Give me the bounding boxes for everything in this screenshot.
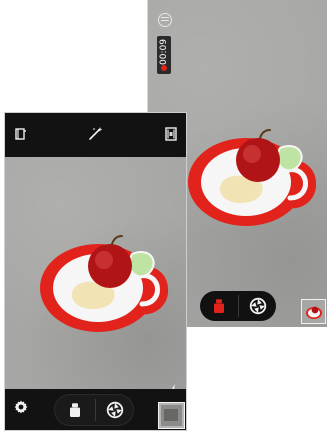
- gear-icon[interactable]: [13, 399, 29, 415]
- recording-indicator: 00:09: [157, 36, 171, 74]
- shutter-icon: [249, 297, 267, 315]
- plate-and-apple: [176, 122, 326, 242]
- shutter-button[interactable]: [96, 395, 134, 425]
- video-mode-icon: [67, 402, 83, 418]
- recording-dot-icon: [161, 65, 167, 71]
- recording-time: 00:09: [159, 39, 169, 65]
- gallery-thumbnail[interactable]: [301, 299, 326, 324]
- film-mode-icon[interactable]: [163, 126, 179, 142]
- mode-capsule: [200, 291, 276, 321]
- menu-icon[interactable]: [158, 13, 172, 27]
- camera-settings-icon[interactable]: [14, 127, 28, 141]
- magic-wand-icon[interactable]: [88, 125, 104, 141]
- video-mode-button[interactable]: [200, 291, 238, 321]
- plate-and-apple: [28, 228, 178, 348]
- gallery-thumbnail[interactable]: [158, 402, 185, 429]
- shutter-icon: [106, 401, 124, 419]
- shutter-button[interactable]: [239, 291, 276, 321]
- camera-screen-front: [4, 112, 187, 431]
- camera-preview: [5, 157, 186, 389]
- top-toolbar: [5, 113, 186, 157]
- video-mode-button[interactable]: [55, 395, 95, 425]
- mode-capsule: [54, 394, 134, 426]
- video-mode-icon: [211, 298, 227, 314]
